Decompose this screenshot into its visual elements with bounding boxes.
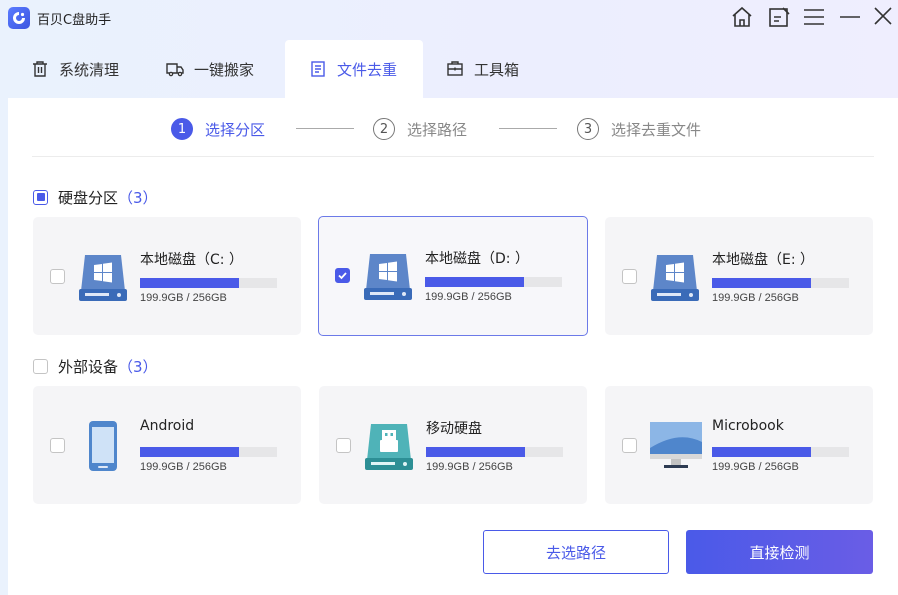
device-name: Microbook: [712, 418, 784, 434]
minimize-icon[interactable]: [837, 4, 863, 30]
tab-label: 一键搬家: [194, 60, 255, 79]
feedback-icon[interactable]: [766, 4, 792, 30]
step-number: 3: [577, 118, 599, 140]
usage-fill: [425, 277, 524, 287]
tab-label: 文件去重: [337, 60, 398, 79]
device-size: 199.9GB / 256GB: [426, 461, 513, 473]
main-tabs: 系统清理 一键搬家 文件去重 工具箱: [0, 40, 898, 98]
usage-fill: [712, 278, 811, 288]
usage-fill: [140, 447, 239, 457]
step-label: 选择分区: [205, 120, 266, 139]
step-label: 选择去重文件: [611, 120, 702, 139]
choose-path-button[interactable]: 去选路径: [483, 530, 669, 574]
section-count: （3）: [118, 357, 158, 376]
drive-size: 199.9GB / 256GB: [712, 292, 799, 304]
device-card-android[interactable]: Android 199.9GB / 256GB: [33, 386, 301, 504]
trash-icon: [33, 61, 47, 77]
partition-section-header: 硬盘分区 （3）: [33, 187, 158, 207]
device-checkbox[interactable]: [336, 438, 351, 453]
step-label: 选择路径: [407, 120, 468, 139]
drive-size: 199.9GB / 256GB: [425, 291, 512, 303]
device-size: 199.9GB / 256GB: [712, 461, 799, 473]
windows-drive-icon: [364, 254, 412, 300]
tab-file-dedup[interactable]: 文件去重: [285, 40, 423, 98]
tab-toolbox[interactable]: 工具箱: [446, 40, 519, 98]
step-select-dedup-files: 3 选择去重文件: [577, 118, 701, 140]
step-connector: [296, 128, 354, 129]
step-select-partition: 1 选择分区: [171, 118, 265, 140]
checkmark-icon: [338, 272, 347, 280]
drive-card-d[interactable]: 本地磁盘（D: ） 199.9GB / 256GB: [318, 216, 588, 336]
drive-name: 本地磁盘（C: ）: [140, 252, 243, 268]
tab-system-clean[interactable]: 系统清理: [31, 40, 119, 98]
monitor-icon: [650, 422, 702, 468]
menu-icon[interactable]: [801, 4, 827, 30]
home-icon[interactable]: [729, 4, 755, 30]
device-name: 移动硬盘: [426, 421, 482, 437]
step-select-path: 2 选择路径: [373, 118, 467, 140]
usage-bar: [140, 447, 277, 457]
phone-icon: [89, 421, 117, 471]
drive-checkbox[interactable]: [335, 268, 350, 283]
usage-bar: [425, 277, 562, 287]
usage-bar: [140, 278, 277, 288]
drive-checkbox[interactable]: [50, 269, 65, 284]
windows-drive-icon: [651, 255, 699, 301]
app-title: 百贝C盘助手: [37, 13, 112, 28]
usage-fill: [426, 447, 525, 457]
step-number: 2: [373, 118, 395, 140]
external-select-all-checkbox[interactable]: [33, 358, 48, 374]
usage-bar: [712, 447, 849, 457]
usage-fill: [140, 278, 239, 288]
title-bar: 百贝C盘助手: [0, 0, 898, 36]
device-checkbox[interactable]: [50, 438, 65, 453]
external-section-header: 外部设备 （3）: [33, 356, 158, 376]
device-name: Android: [140, 418, 195, 434]
windows-drive-icon: [79, 255, 127, 301]
device-size: 199.9GB / 256GB: [140, 461, 227, 473]
step-number: 1: [171, 118, 193, 140]
section-title: 硬盘分区: [58, 188, 119, 207]
usb-drive-icon: [365, 424, 413, 470]
drive-name: 本地磁盘（E: ）: [712, 252, 815, 268]
tab-one-click-move[interactable]: 一键搬家: [166, 40, 254, 98]
divider: [32, 156, 874, 157]
usage-bar: [712, 278, 849, 288]
section-title: 外部设备: [58, 357, 119, 376]
section-count: （3）: [118, 188, 158, 207]
drive-card-e[interactable]: 本地磁盘（E: ） 199.9GB / 256GB: [605, 217, 873, 335]
usage-fill: [712, 447, 811, 457]
document-icon: [311, 61, 325, 77]
truck-icon: [166, 63, 184, 77]
drive-card-c[interactable]: 本地磁盘（C: ） 199.9GB / 256GB: [33, 217, 301, 335]
drive-size: 199.9GB / 256GB: [140, 292, 227, 304]
app-logo-icon: [8, 7, 30, 29]
tab-label: 系统清理: [59, 60, 120, 79]
usage-bar: [426, 447, 563, 457]
device-card-portable-drive[interactable]: 移动硬盘 199.9GB / 256GB: [319, 386, 587, 504]
toolbox-icon: [447, 61, 463, 76]
direct-scan-button[interactable]: 直接检测: [686, 530, 873, 574]
drive-checkbox[interactable]: [622, 269, 637, 284]
tab-label: 工具箱: [474, 60, 520, 79]
drive-name: 本地磁盘（D: ）: [425, 251, 529, 267]
partition-select-all-checkbox[interactable]: [33, 189, 48, 205]
content-panel: [8, 98, 898, 595]
close-icon[interactable]: [870, 4, 896, 30]
device-checkbox[interactable]: [622, 438, 637, 453]
device-card-microbook[interactable]: Microbook 199.9GB / 256GB: [605, 386, 873, 504]
step-connector: [499, 128, 557, 129]
